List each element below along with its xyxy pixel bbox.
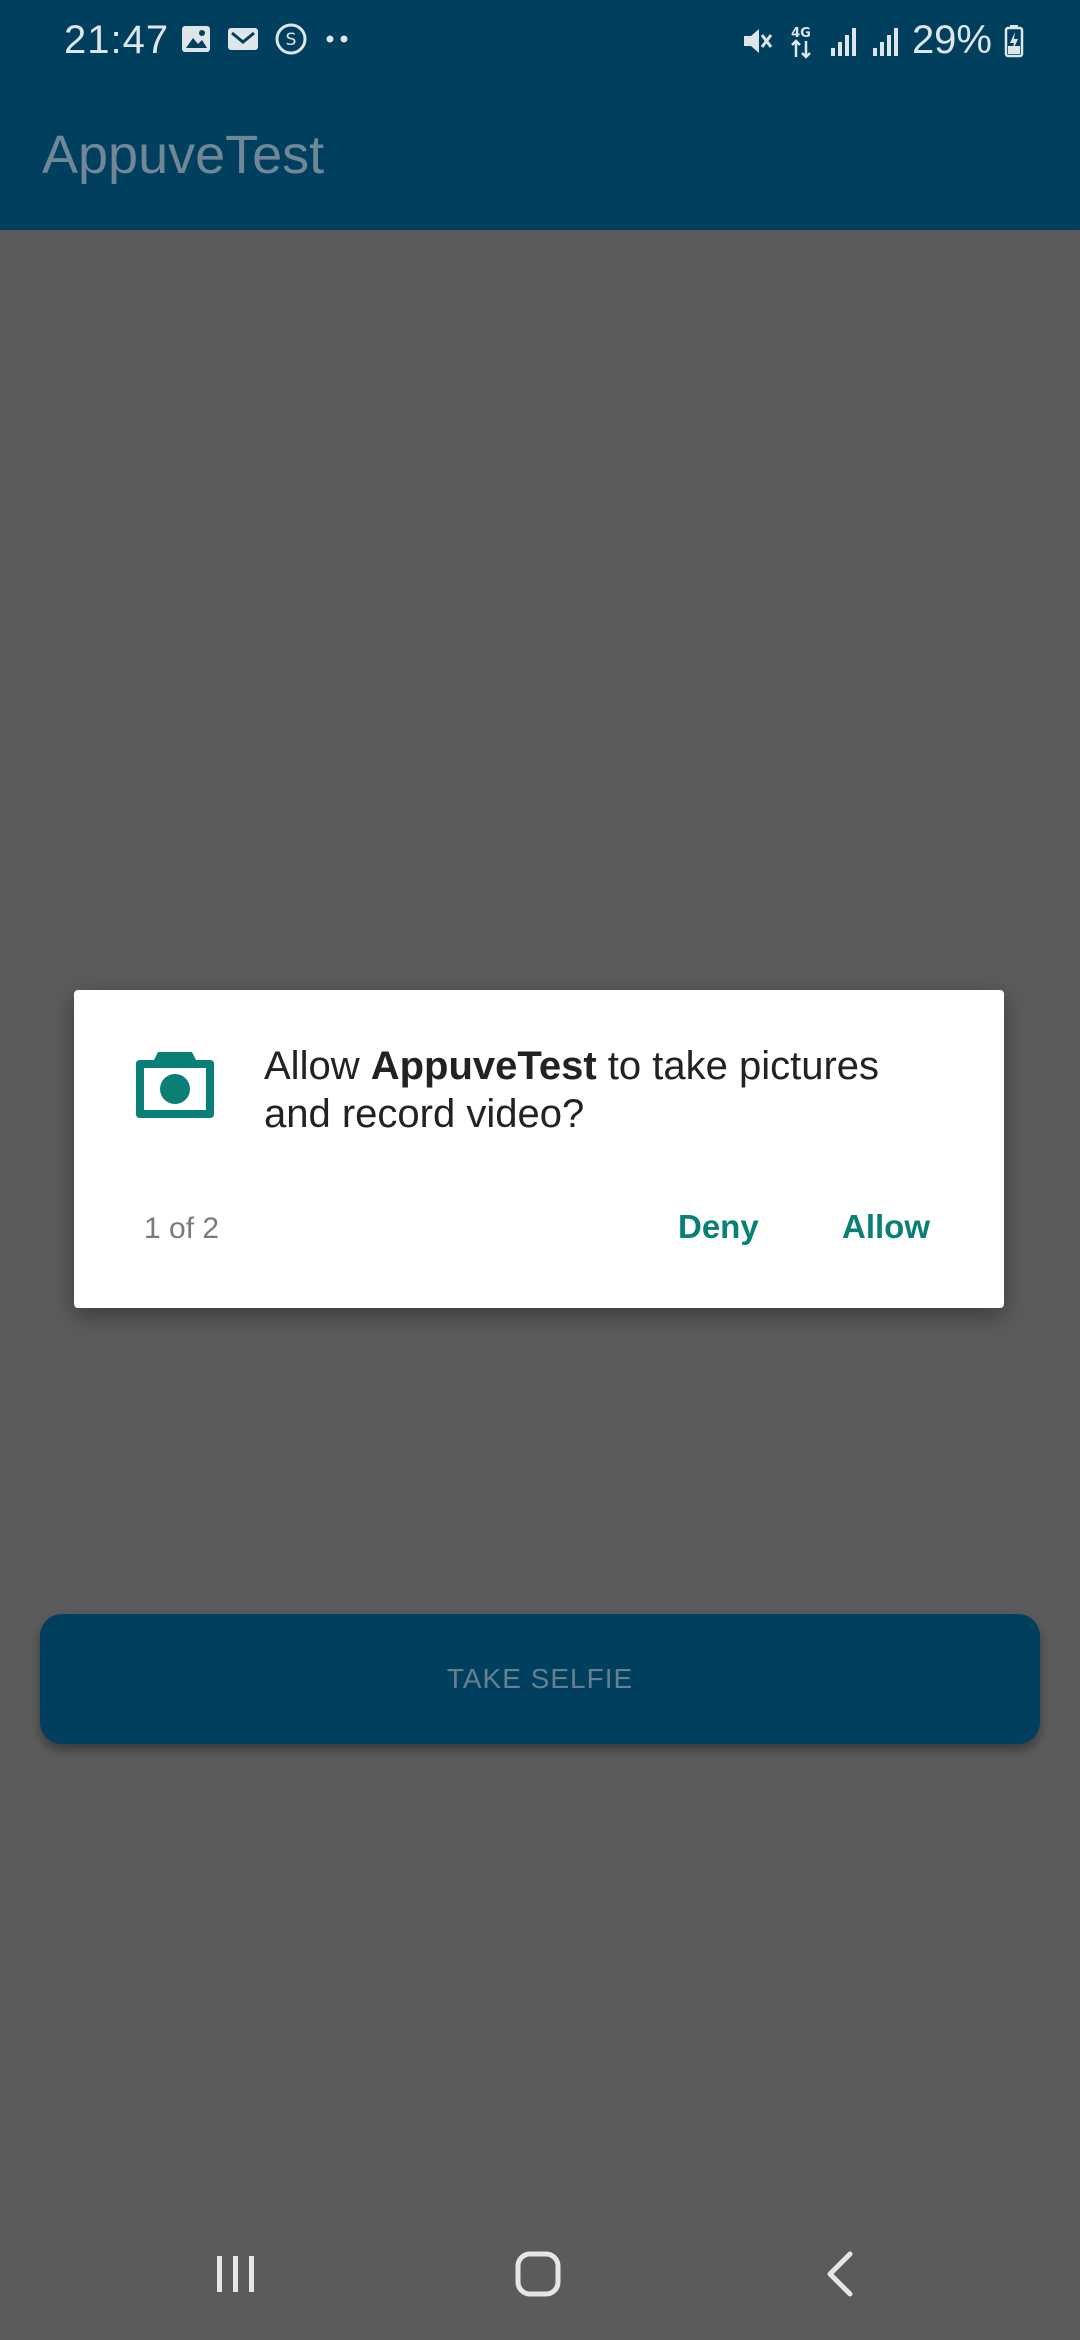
mail-icon (228, 28, 258, 50)
dialog-message: Allow AppuveTest to take pictures and re… (264, 1042, 954, 1138)
nav-bar (0, 2200, 1080, 2340)
dialog-message-prefix: Allow (264, 1044, 371, 1088)
battery-icon (1004, 24, 1024, 57)
status-bar: 21:47 S 4G 29% (0, 0, 1080, 84)
signal-icon (830, 27, 856, 56)
status-time: 21:47 (64, 18, 170, 62)
4g-icon: 4G (791, 26, 811, 59)
svg-text:S: S (286, 30, 297, 50)
back-button[interactable] (800, 2244, 880, 2304)
recent-apps-icon (217, 2256, 254, 2292)
dialog-counter: 1 of 2 (144, 1212, 220, 1245)
permission-dialog: Allow AppuveTest to take pictures and re… (74, 990, 1004, 1308)
more-dots-icon (326, 35, 348, 43)
deny-button[interactable]: Deny (672, 1200, 765, 1254)
svg-text:4G: 4G (791, 26, 811, 41)
gallery-icon (182, 26, 210, 52)
back-icon (827, 2251, 853, 2297)
home-button[interactable] (498, 2244, 578, 2304)
app-bar: AppuveTest (0, 84, 1080, 230)
s-icon: S (275, 23, 307, 55)
signal-icon (872, 27, 898, 56)
battery-percent: 29% (911, 18, 992, 62)
allow-button[interactable]: Allow (836, 1200, 936, 1254)
dialog-app-name: AppuveTest (370, 1044, 597, 1088)
camera-icon (136, 1052, 214, 1118)
mute-icon (743, 28, 773, 53)
home-icon (515, 2251, 561, 2297)
app-title: AppuveTest (42, 125, 325, 185)
recent-apps-button[interactable] (196, 2244, 276, 2304)
status-right-icons: 4G 29% (740, 18, 1024, 63)
status-left-icons: S (180, 22, 356, 56)
take-selfie-button[interactable]: TAKE SELFIE (40, 1614, 1040, 1744)
